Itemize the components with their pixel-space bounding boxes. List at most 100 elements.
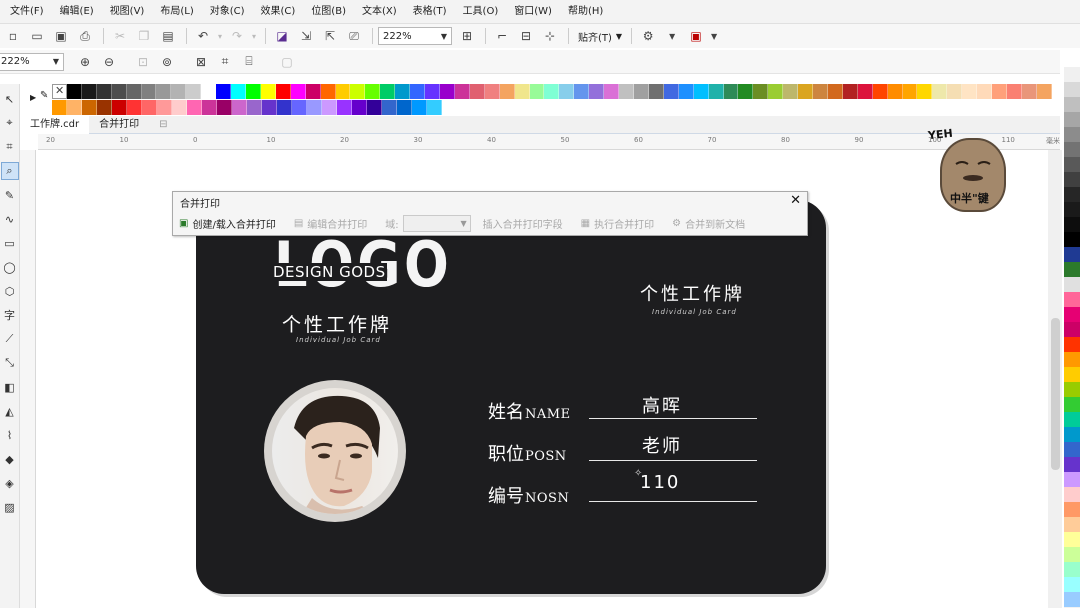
merge-to-new-document-button[interactable]: ⚙ 合并到新文档 [672, 216, 745, 231]
color-swatch[interactable] [290, 84, 306, 99]
rectangle-tool-icon[interactable]: ▭ [1, 234, 19, 252]
ellipse-tool-icon[interactable]: ◯ [1, 258, 19, 276]
color-swatch[interactable] [382, 100, 397, 115]
run-merge-print-button[interactable]: ▦ 执行合并打印 [581, 216, 654, 231]
show-guidelines-icon[interactable]: ⊹ [539, 26, 561, 46]
menu-item-3[interactable]: 布局(L) [152, 0, 201, 24]
color-swatch[interactable] [156, 84, 172, 99]
application-launcher-icon[interactable]: ▾ [661, 26, 683, 46]
color-swatch[interactable] [1064, 502, 1080, 517]
color-swatch[interactable] [202, 100, 217, 115]
color-swatch[interactable] [574, 84, 590, 99]
color-swatch[interactable] [738, 84, 754, 99]
color-swatch[interactable] [216, 84, 232, 99]
color-swatch[interactable] [1064, 67, 1080, 82]
color-swatch[interactable] [977, 84, 993, 99]
redo-icon[interactable]: ↷ [226, 26, 248, 46]
color-swatch[interactable] [559, 84, 575, 99]
color-swatch[interactable] [365, 84, 381, 99]
color-swatch[interactable] [1064, 352, 1080, 367]
launcher-dropdown-icon[interactable]: ▼ [709, 26, 719, 46]
color-swatch[interactable] [425, 84, 440, 99]
color-swatch[interactable] [52, 100, 67, 115]
color-swatch[interactable] [1064, 52, 1080, 67]
color-swatch[interactable] [1064, 97, 1080, 112]
new-tab-icon[interactable]: ⊟ [149, 116, 177, 134]
field-value-name[interactable]: 高晖 [642, 392, 682, 418]
color-swatch[interactable] [887, 84, 903, 99]
color-swatch[interactable] [1036, 84, 1052, 99]
fill-tool-icon[interactable]: ◆ [1, 450, 19, 468]
color-swatch[interactable] [142, 100, 157, 115]
color-swatch[interactable] [992, 84, 1008, 99]
color-swatch[interactable] [633, 84, 649, 99]
color-swatch[interactable] [1064, 262, 1080, 277]
color-swatch[interactable] [827, 84, 843, 99]
scrollbar-thumb[interactable] [1051, 318, 1060, 470]
freehand-tool-icon[interactable]: ✎ [1, 186, 19, 204]
color-swatch[interactable] [1064, 592, 1080, 607]
color-swatch[interactable] [798, 84, 814, 99]
color-swatch[interactable] [932, 84, 948, 99]
color-swatch[interactable] [82, 100, 97, 115]
interactive-fill-icon[interactable]: ◈ [1, 474, 19, 492]
color-swatch[interactable] [81, 84, 97, 99]
publish-pdf-icon[interactable]: ⎚ [343, 26, 365, 46]
vertical-scrollbar[interactable] [1048, 150, 1062, 608]
color-swatch[interactable] [768, 84, 784, 99]
color-swatch[interactable] [842, 84, 858, 99]
search-content-icon[interactable]: ◪ [271, 26, 293, 46]
color-swatch[interactable] [320, 84, 336, 99]
color-swatch[interactable] [127, 100, 142, 115]
snap-to-dropdown[interactable]: 贴齐(T) ▼ [574, 29, 626, 44]
color-swatch[interactable] [1064, 247, 1080, 262]
eyedropper-icon[interactable]: ✎ [40, 90, 48, 101]
color-swatch[interactable] [663, 84, 679, 99]
zoom-in-icon[interactable]: ⊕ [74, 52, 96, 72]
color-swatch[interactable] [97, 100, 112, 115]
menu-item-6[interactable]: 位图(B) [303, 0, 354, 24]
paste-icon[interactable]: ▤ [157, 26, 179, 46]
color-swatch[interactable] [260, 84, 276, 99]
color-swatch[interactable] [499, 84, 515, 99]
color-swatch[interactable] [529, 84, 545, 99]
color-swatch[interactable] [1064, 412, 1080, 427]
smart-fill-icon[interactable]: ∿ [1, 210, 19, 228]
color-swatch[interactable] [1064, 277, 1080, 292]
import-icon[interactable]: ⇲ [295, 26, 317, 46]
color-swatch[interactable] [395, 84, 411, 99]
color-swatch[interactable] [1064, 427, 1080, 442]
color-swatch[interactable] [410, 84, 426, 99]
color-swatch[interactable] [1064, 112, 1080, 127]
color-swatch[interactable] [246, 84, 261, 99]
color-swatch[interactable] [1021, 84, 1037, 99]
show-grid-icon[interactable]: ⊟ [515, 26, 537, 46]
color-swatch[interactable] [231, 84, 246, 99]
text-tool-icon[interactable]: 字 [1, 306, 19, 324]
zoom-level-combo[interactable]: 222% ▼ [378, 27, 452, 45]
menu-item-10[interactable]: 窗口(W) [506, 0, 560, 24]
horizontal-ruler[interactable]: 毫米 20 10 0 10 20 30 40 50 60 70 80 90 100 110 [38, 134, 1060, 150]
color-swatch[interactable] [1064, 457, 1080, 472]
color-swatch[interactable] [1064, 397, 1080, 412]
zoom-page-icon[interactable]: ⊠ [190, 52, 212, 72]
color-swatch[interactable] [604, 84, 620, 99]
color-swatch[interactable] [367, 100, 382, 115]
save-icon[interactable]: ▣ [50, 26, 72, 46]
options-icon[interactable]: ⚙ [637, 26, 659, 46]
tab-workcard-file[interactable]: 工作牌.cdr [20, 115, 90, 134]
color-swatch[interactable] [783, 84, 799, 99]
color-swatch[interactable] [172, 100, 187, 115]
menu-item-7[interactable]: 文本(X) [354, 0, 405, 24]
color-swatch[interactable] [857, 84, 873, 99]
connector-tool-icon[interactable]: ⤡ [1, 354, 19, 372]
color-swatch[interactable] [277, 100, 292, 115]
color-swatch[interactable] [1064, 202, 1080, 217]
color-swatch[interactable] [1007, 84, 1022, 99]
tab-merge-print[interactable]: 合并打印 [89, 116, 149, 134]
color-swatch[interactable] [723, 84, 739, 99]
color-swatch[interactable] [1064, 142, 1080, 157]
color-swatch[interactable] [1064, 547, 1080, 562]
outline-tool-icon[interactable]: ▨ [1, 498, 19, 516]
work-card[interactable]: LOGO DESIGN GODS 个性工作牌 Individual Job Ca… [196, 200, 826, 594]
